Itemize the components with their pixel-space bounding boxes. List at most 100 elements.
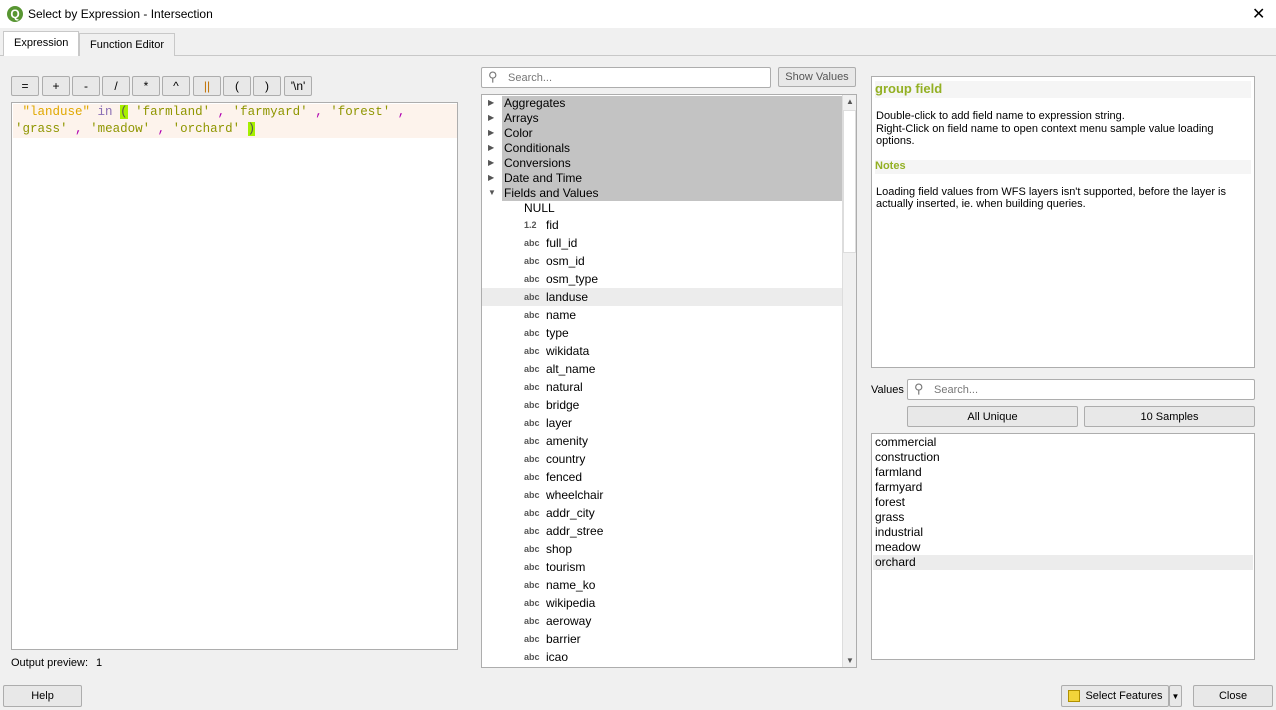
field-type-icon: abc — [524, 634, 540, 644]
scroll-up-icon[interactable]: ▲ — [846, 97, 854, 106]
expression-token — [68, 122, 76, 136]
expression-token — [240, 122, 248, 136]
field-item[interactable]: abc addr_stree — [482, 522, 843, 540]
tree-group[interactable]: Conditionals — [502, 141, 843, 156]
search-icon: ⚲ — [914, 381, 924, 396]
field-item[interactable]: abc alt_name — [482, 360, 843, 378]
field-item[interactable]: abc addr_city — [482, 504, 843, 522]
field-item[interactable]: abc type — [482, 324, 843, 342]
expression-token: 'farmyard' — [232, 105, 308, 119]
operator-button[interactable]: - — [72, 76, 100, 96]
value-item[interactable]: orchard — [873, 555, 1253, 570]
expression-token: , — [75, 122, 83, 136]
expression-editor[interactable]: "landuse" in ( 'farmland' , 'farmyard' ,… — [11, 102, 458, 650]
tab-expression[interactable]: Expression — [3, 31, 80, 56]
operator-button[interactable]: '\n' — [284, 76, 312, 96]
tree-group[interactable]: Color — [502, 126, 843, 141]
operator-button[interactable]: ( — [223, 76, 251, 96]
help-title: group field — [875, 81, 1251, 98]
tab-divider — [0, 55, 1276, 56]
field-item[interactable]: abc bridge — [482, 396, 843, 414]
field-type-icon: 1.2 — [524, 220, 537, 230]
expand-right-icon[interactable]: ▶ — [488, 98, 494, 107]
expression-token — [15, 105, 23, 119]
value-item[interactable]: forest — [873, 495, 1253, 510]
expand-right-icon[interactable]: ▶ — [488, 128, 494, 137]
operator-button[interactable]: + — [42, 76, 70, 96]
field-item[interactable]: abc icao — [482, 648, 843, 666]
field-item[interactable]: abc amenity — [482, 432, 843, 450]
operator-button[interactable]: * — [132, 76, 160, 96]
tab-function-editor[interactable]: Function Editor — [79, 33, 175, 56]
field-item[interactable]: abc shop — [482, 540, 843, 558]
scroll-down-icon[interactable]: ▼ — [846, 656, 854, 665]
values-list[interactable]: commercial construction farmland farmyard fo… — [871, 433, 1255, 660]
tree-group[interactable]: Aggregates — [502, 96, 843, 111]
help-button[interactable]: Help — [3, 685, 82, 707]
value-item[interactable]: construction — [873, 450, 1253, 465]
expression-token: "landuse" — [22, 105, 91, 119]
field-item[interactable]: NULL — [482, 199, 843, 217]
expression-token: in — [97, 105, 113, 119]
values-search-input[interactable]: ⚲ Search... — [907, 379, 1255, 400]
all-unique-button[interactable]: All Unique — [907, 406, 1078, 427]
field-type-icon: abc — [524, 256, 540, 266]
field-item[interactable]: abc aeroway — [482, 612, 843, 630]
field-item[interactable]: abc fenced — [482, 468, 843, 486]
select-features-dropdown[interactable]: ▼ — [1169, 685, 1182, 707]
field-type-icon: abc — [524, 364, 540, 374]
field-item[interactable]: abc landuse — [482, 288, 843, 306]
value-item[interactable]: grass — [873, 510, 1253, 525]
expand-right-icon[interactable]: ▶ — [488, 173, 494, 182]
operator-button[interactable]: ) — [253, 76, 281, 96]
field-type-icon: abc — [524, 490, 540, 500]
field-item[interactable]: abc barrier — [482, 630, 843, 648]
field-item[interactable]: abc wikipedia — [482, 594, 843, 612]
field-item[interactable]: abc layer — [482, 414, 843, 432]
select-features-button[interactable]: Select Features — [1061, 685, 1169, 707]
field-item[interactable]: abc full_id — [482, 234, 843, 252]
operator-button[interactable]: = — [11, 76, 39, 96]
field-item[interactable]: abc name — [482, 306, 843, 324]
field-item[interactable]: 1.2 fid — [482, 216, 843, 234]
field-item[interactable]: abc wheelchair — [482, 486, 843, 504]
value-item[interactable]: farmland — [873, 465, 1253, 480]
field-name: fid — [546, 218, 559, 232]
field-item[interactable]: abc country — [482, 450, 843, 468]
field-item[interactable]: abc wikidata — [482, 342, 843, 360]
close-button[interactable]: Close — [1193, 685, 1273, 707]
scrollbar-thumb[interactable] — [843, 110, 856, 253]
value-item[interactable]: meadow — [873, 540, 1253, 555]
tree-group[interactable]: Conversions — [502, 156, 843, 171]
field-name: full_id — [546, 236, 578, 250]
field-item[interactable]: abc tourism — [482, 558, 843, 576]
notes-title: Notes — [875, 160, 1251, 174]
close-icon[interactable]: ✕ — [1252, 4, 1265, 24]
show-values-button[interactable]: Show Values — [778, 67, 856, 87]
operator-button[interactable]: ^ — [162, 76, 190, 96]
tree-group[interactable]: Arrays — [502, 111, 843, 126]
value-item[interactable]: farmyard — [873, 480, 1253, 495]
function-tree[interactable]: ▶ Aggregates ▶ Arrays ▶ Color ▶ Conditionals ▶ Co… — [481, 94, 857, 668]
field-item[interactable]: abc osm_type — [482, 270, 843, 288]
field-item[interactable]: abc osm_id — [482, 252, 843, 270]
expand-down-icon[interactable]: ▼ — [488, 188, 496, 197]
field-item[interactable]: abc name_ko — [482, 576, 843, 594]
field-item[interactable]: abc natural — [482, 378, 843, 396]
function-search-input[interactable]: ⚲ Search... — [481, 67, 771, 88]
expand-right-icon[interactable]: ▶ — [488, 143, 494, 152]
value-item[interactable]: industrial — [873, 525, 1253, 540]
field-name: natural — [546, 380, 583, 394]
expand-right-icon[interactable]: ▶ — [488, 158, 494, 167]
operator-button[interactable]: / — [102, 76, 130, 96]
operator-button[interactable]: || — [193, 76, 221, 96]
search-placeholder: Search... — [508, 72, 553, 84]
expand-right-icon[interactable]: ▶ — [488, 113, 494, 122]
field-name: osm_type — [546, 272, 599, 286]
value-item[interactable]: commercial — [873, 435, 1253, 450]
field-type-icon: abc — [524, 562, 540, 572]
10-samples-button[interactable]: 10 Samples — [1084, 406, 1255, 427]
field-name: osm_id — [546, 254, 585, 268]
tree-group[interactable]: Date and Time — [502, 171, 843, 186]
expression-token: 'farmland' — [135, 105, 211, 119]
